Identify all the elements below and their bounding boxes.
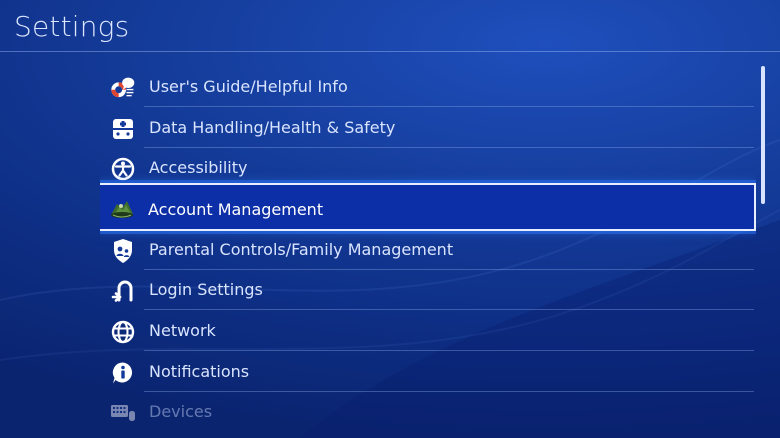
- accessibility-icon: [110, 156, 136, 182]
- menu-item-label: Accessibility: [149, 158, 248, 177]
- menu-item-notifications[interactable]: Notifications: [100, 352, 756, 392]
- data-health-icon: [110, 116, 136, 142]
- scrollbar-thumb[interactable]: [761, 66, 765, 204]
- menu-divider: [144, 350, 754, 351]
- menu-item-parental-controls[interactable]: Parental Controls/Family Management: [100, 230, 756, 270]
- menu-item-label: User's Guide/Helpful Info: [149, 77, 348, 96]
- settings-menu: User's Guide/Helpful Info Data Handling/…: [100, 67, 756, 438]
- menu-divider: [144, 309, 754, 310]
- login-settings-icon: [110, 278, 136, 304]
- header-divider: [0, 51, 780, 52]
- menu-item-label: Data Handling/Health & Safety: [149, 118, 396, 137]
- page-title: Settings: [14, 10, 130, 43]
- menu-item-label: Account Management: [148, 200, 324, 219]
- menu-item-data-handling[interactable]: Data Handling/Health & Safety: [100, 108, 756, 148]
- menu-item-label: Parental Controls/Family Management: [149, 240, 454, 259]
- globe-icon: [110, 319, 136, 345]
- parental-controls-icon: [110, 238, 136, 264]
- account-avatar-icon: [109, 195, 135, 221]
- menu-item-account-management[interactable]: Account Management: [100, 183, 756, 231]
- menu-item-label: Devices: [149, 402, 213, 421]
- lifebuoy-chat-icon: [110, 75, 136, 101]
- menu-item-network[interactable]: Network: [100, 311, 756, 351]
- menu-item-accessibility[interactable]: Accessibility: [100, 148, 756, 188]
- menu-item-login-settings[interactable]: Login Settings: [100, 270, 756, 310]
- menu-item-users-guide[interactable]: User's Guide/Helpful Info: [100, 67, 756, 107]
- menu-divider: [144, 106, 754, 107]
- menu-item-label: Network: [149, 321, 216, 340]
- menu-item-label: Login Settings: [149, 280, 263, 299]
- menu-item-devices[interactable]: Devices: [100, 392, 756, 432]
- menu-item-label: Notifications: [149, 362, 250, 381]
- header: Settings: [0, 0, 780, 52]
- info-icon: [110, 360, 136, 386]
- keyboard-icon: [110, 400, 136, 426]
